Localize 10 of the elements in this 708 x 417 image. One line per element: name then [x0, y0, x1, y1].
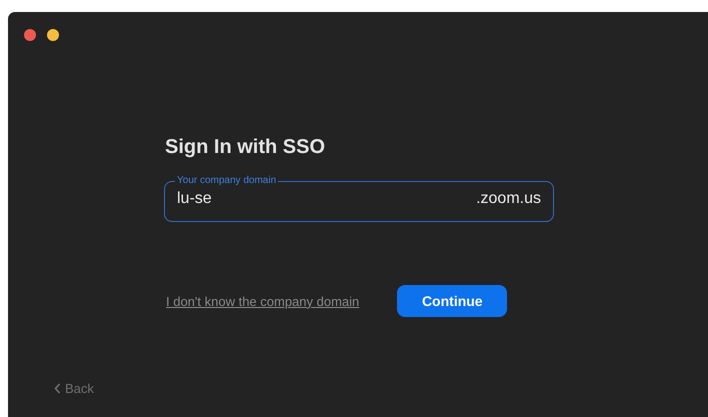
domain-input[interactable]: lu-se — [177, 190, 476, 208]
domain-field[interactable]: Your company domain lu-se .zoom.us — [164, 176, 554, 222]
page-title: Sign In with SSO — [165, 135, 325, 159]
continue-button[interactable]: Continue — [397, 285, 508, 317]
minimize-dot[interactable] — [47, 29, 59, 41]
domain-suffix: .zoom.us — [476, 190, 541, 208]
back-button[interactable]: Back — [54, 381, 94, 396]
help-link[interactable]: I don't know the company domain — [166, 294, 360, 308]
chevron-left-icon — [54, 383, 61, 394]
close-dot[interactable] — [24, 29, 36, 41]
